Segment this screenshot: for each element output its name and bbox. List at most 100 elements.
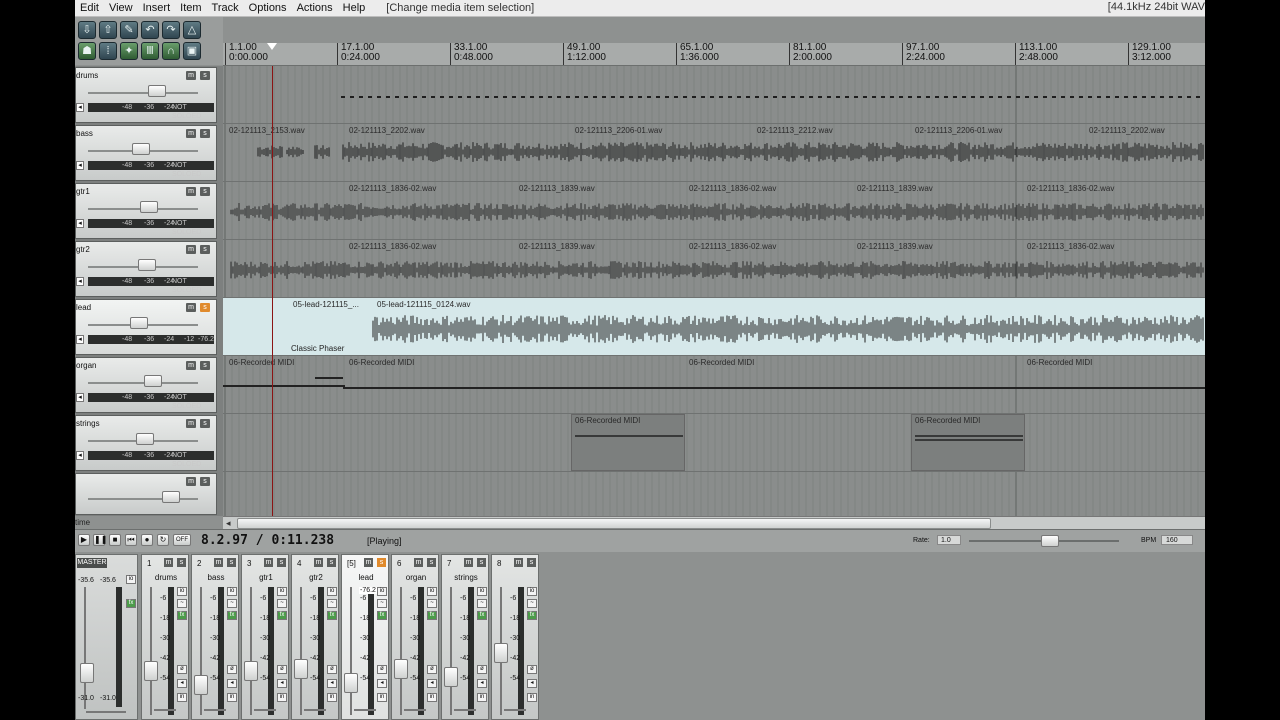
mixer-strip-strings[interactable]: 7 m s strings -6 -18 -30 -42 -54 io ~ fx ø ◂ in bbox=[441, 554, 489, 720]
mute-button[interactable]: m bbox=[186, 419, 196, 428]
track-name[interactable]: gtr1 bbox=[76, 187, 90, 196]
play-button-icon[interactable]: ▶ bbox=[78, 534, 90, 546]
save-project-icon[interactable]: ⇧ bbox=[99, 21, 117, 39]
master-pan[interactable] bbox=[86, 711, 126, 713]
solo-button[interactable]: s bbox=[200, 419, 210, 428]
fx-button[interactable]: fx bbox=[377, 611, 387, 620]
track-panel-gtr2[interactable]: gtr2 m s ◂ -48 -36 -24 NOT SOLOED bbox=[75, 241, 217, 297]
solo-button[interactable]: s bbox=[427, 558, 436, 567]
fx-button[interactable]: ◂ bbox=[76, 393, 84, 402]
env-button[interactable]: ~ bbox=[377, 599, 387, 608]
fx-button[interactable]: fx bbox=[527, 611, 537, 620]
volume-knob[interactable] bbox=[148, 85, 166, 97]
solo-button[interactable]: s bbox=[200, 361, 210, 370]
item-grouping-icon[interactable]: Ⅲ bbox=[141, 42, 159, 60]
scroll-thumb[interactable] bbox=[237, 518, 991, 529]
solo-button[interactable]: s bbox=[477, 558, 486, 567]
solo-button[interactable]: s bbox=[527, 558, 536, 567]
volume-knob[interactable] bbox=[140, 201, 158, 213]
volume-fader[interactable] bbox=[194, 587, 208, 715]
input-button[interactable]: in bbox=[327, 693, 337, 702]
menu-options[interactable]: Options bbox=[244, 2, 292, 14]
io-button[interactable]: io bbox=[177, 587, 187, 596]
mute-button[interactable]: m bbox=[514, 558, 523, 567]
solo-button[interactable]: s bbox=[200, 303, 210, 312]
phase-button[interactable]: ø bbox=[377, 665, 387, 674]
io-button[interactable]: io bbox=[277, 587, 287, 596]
pan-slider[interactable] bbox=[404, 709, 426, 711]
fx-button[interactable]: fx bbox=[277, 611, 287, 620]
track-panel-drums[interactable]: drums m s ◂ -48 -36 -24 NOT SOLOED bbox=[75, 67, 217, 123]
phase-button[interactable]: ø bbox=[477, 665, 487, 674]
stop-button-icon[interactable]: ■ bbox=[109, 534, 121, 546]
phase-button[interactable]: ø bbox=[277, 665, 287, 674]
phase-button[interactable]: ø bbox=[227, 665, 237, 674]
mute-button[interactable]: m bbox=[186, 129, 196, 138]
speaker-icon[interactable]: ◂ bbox=[227, 679, 237, 688]
mute-button[interactable]: m bbox=[214, 558, 223, 567]
rate-knob[interactable] bbox=[1041, 535, 1059, 547]
speaker-icon[interactable]: ◂ bbox=[427, 679, 437, 688]
track-name[interactable]: organ bbox=[76, 361, 96, 370]
io-button[interactable]: io bbox=[427, 587, 437, 596]
mixer-strip-bass[interactable]: 2 m s bass -6 -18 -30 -42 -54 io ~ fx ø ◂ in bbox=[191, 554, 239, 720]
solo-button[interactable]: s bbox=[200, 129, 210, 138]
mixer-strip-8[interactable]: 8 m s -6 -18 -30 -42 -54 io ~ fx ø ◂ in bbox=[491, 554, 539, 720]
mixer-strip-organ[interactable]: 6 m s organ -6 -18 -30 -42 -54 io ~ fx ø ◂ in bbox=[391, 554, 439, 720]
speaker-icon[interactable]: ◂ bbox=[377, 679, 387, 688]
input-button[interactable]: in bbox=[277, 693, 287, 702]
env-button[interactable]: ~ bbox=[427, 599, 437, 608]
lock-icon[interactable]: ▣ bbox=[183, 42, 201, 60]
horizontal-scrollbar[interactable]: ◂ bbox=[223, 516, 1205, 529]
speaker-icon[interactable]: ◂ bbox=[527, 679, 537, 688]
solo-button[interactable]: s bbox=[327, 558, 336, 567]
solo-button[interactable]: s bbox=[200, 245, 210, 254]
arrange-view[interactable]: 02-121113_2153.wav 02-121113_2202.wav 02… bbox=[223, 66, 1205, 516]
input-button[interactable]: in bbox=[227, 693, 237, 702]
track-panel-strings[interactable]: strings m s ◂ -48 -36 -24 NOT SOLOED bbox=[75, 415, 217, 471]
menu-help[interactable]: Help bbox=[338, 2, 371, 14]
volume-knob[interactable] bbox=[132, 143, 150, 155]
fx-button[interactable]: ◂ bbox=[76, 335, 84, 344]
volume-fader[interactable] bbox=[88, 382, 198, 384]
mute-button[interactable]: m bbox=[314, 558, 323, 567]
volume-fader[interactable] bbox=[444, 587, 458, 715]
fx-button[interactable]: fx bbox=[427, 611, 437, 620]
volume-fader[interactable] bbox=[88, 92, 198, 94]
project-settings-icon[interactable]: ✎ bbox=[120, 21, 138, 39]
track-name[interactable]: drums bbox=[76, 71, 98, 80]
master-io-button[interactable]: io bbox=[126, 575, 136, 584]
solo-button[interactable]: s bbox=[200, 71, 210, 80]
fx-button[interactable]: fx bbox=[227, 611, 237, 620]
mute-button[interactable]: m bbox=[186, 303, 196, 312]
io-button[interactable]: io bbox=[477, 587, 487, 596]
phase-button[interactable]: ø bbox=[327, 665, 337, 674]
menu-track[interactable]: Track bbox=[207, 2, 244, 14]
pan-slider[interactable] bbox=[204, 709, 226, 711]
env-button[interactable]: ~ bbox=[177, 599, 187, 608]
open-project-icon[interactable]: ⇩ bbox=[78, 21, 96, 39]
rate-field[interactable]: 1.0 bbox=[937, 535, 961, 545]
mute-button[interactable]: m bbox=[186, 245, 196, 254]
pause-button-icon[interactable]: ❚❚ bbox=[93, 534, 107, 546]
env-button[interactable]: ~ bbox=[227, 599, 237, 608]
track-name[interactable]: bass bbox=[76, 129, 93, 138]
volume-knob[interactable] bbox=[130, 317, 148, 329]
redo-icon[interactable]: ↷ bbox=[162, 21, 180, 39]
speaker-icon[interactable]: ◂ bbox=[277, 679, 287, 688]
record-button-icon[interactable]: ● bbox=[141, 534, 153, 546]
input-button[interactable]: in bbox=[477, 693, 487, 702]
mute-button[interactable]: m bbox=[186, 361, 196, 370]
bpm-field[interactable]: 160 bbox=[1161, 535, 1193, 545]
metronome-icon[interactable]: △ bbox=[183, 21, 201, 39]
fader-knob[interactable] bbox=[144, 661, 158, 681]
track-name[interactable]: strings bbox=[76, 419, 100, 428]
env-button[interactable]: ~ bbox=[477, 599, 487, 608]
fader-knob[interactable] bbox=[244, 661, 258, 681]
fx-button[interactable]: ◂ bbox=[76, 103, 84, 112]
volume-fader[interactable] bbox=[494, 587, 508, 715]
mixer-strip-gtr1[interactable]: 3 m s gtr1 -6 -18 -30 -42 -54 io ~ fx ø ◂ in bbox=[241, 554, 289, 720]
volume-knob[interactable] bbox=[144, 375, 162, 387]
fx-button[interactable]: ◂ bbox=[76, 161, 84, 170]
fader-knob[interactable] bbox=[194, 675, 208, 695]
